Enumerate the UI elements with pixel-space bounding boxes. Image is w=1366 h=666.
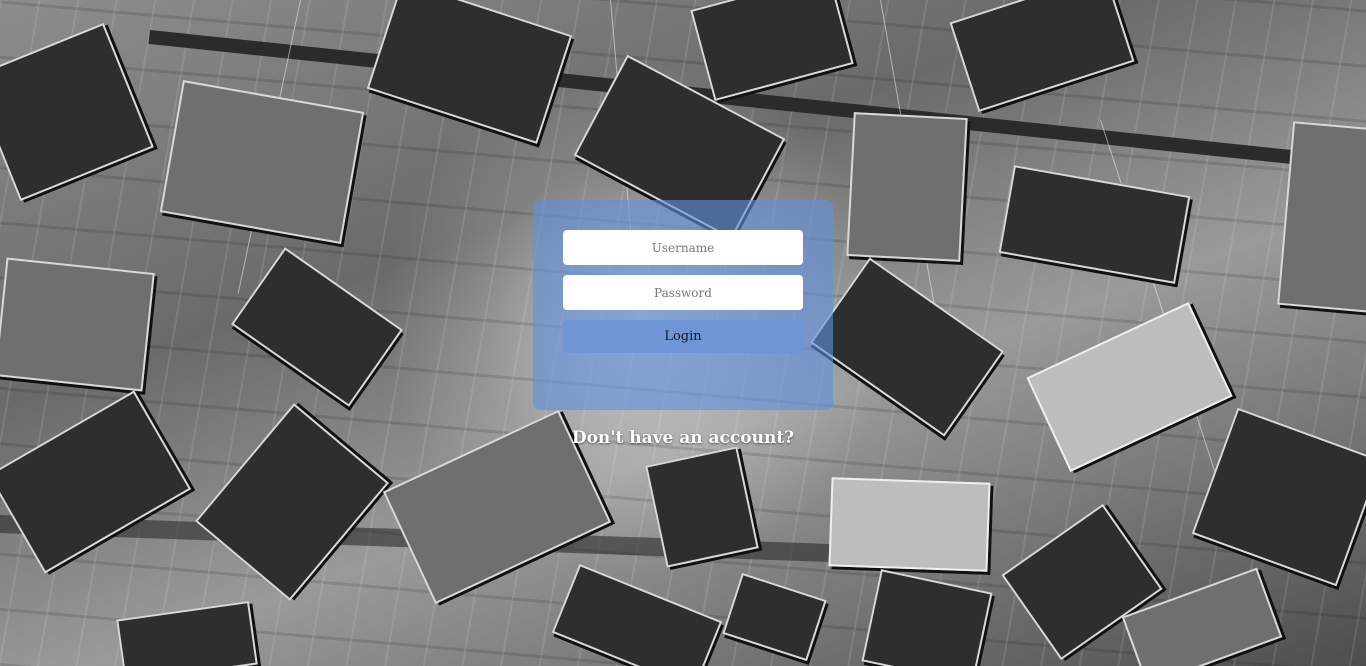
book-image [828, 477, 991, 572]
signup-link[interactable]: Don't have an account? [533, 428, 833, 448]
book-image [0, 257, 155, 392]
login-panel: Login [533, 200, 833, 410]
book-image [1277, 121, 1366, 313]
book-image [846, 112, 968, 262]
username-input[interactable] [563, 230, 803, 265]
password-input[interactable] [563, 275, 803, 310]
login-page: Login Don't have an account? [0, 0, 1366, 666]
login-button[interactable]: Login [563, 320, 803, 353]
